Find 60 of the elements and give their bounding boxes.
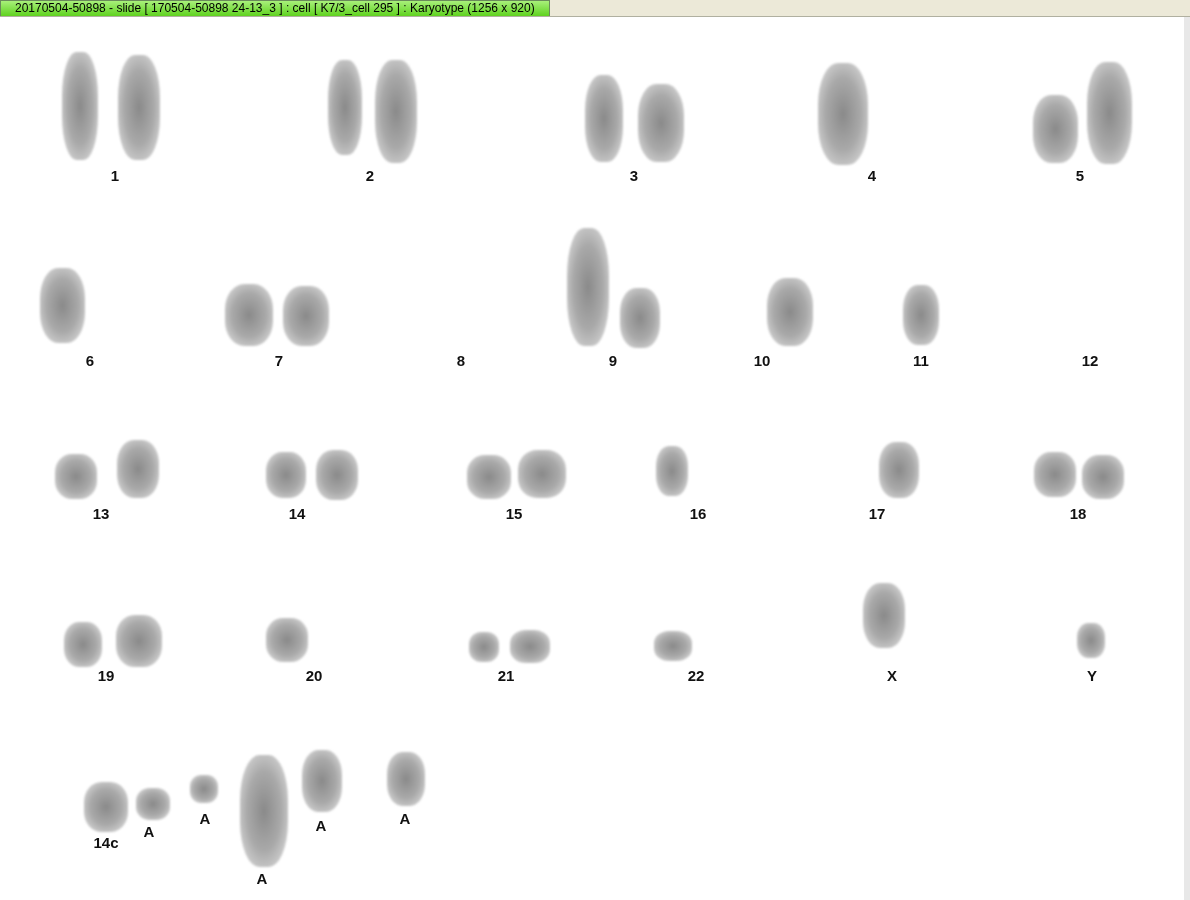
chromosome-label: 17 (868, 505, 886, 522)
chromosome-drawing (863, 583, 905, 648)
chromosome-label: 21 (497, 667, 515, 684)
chromosome-drawing (518, 450, 566, 498)
chromosome-drawing (225, 284, 273, 346)
chromosome-drawing (1033, 95, 1078, 163)
chromosome-drawing (620, 288, 660, 348)
chromosome-drawing (467, 455, 511, 499)
chromosome-label: 7 (274, 352, 284, 369)
chromosome-label: A (256, 870, 268, 887)
chromosome-drawing (656, 446, 688, 496)
chromosome-label: 8 (456, 352, 466, 369)
chromosome-label: 15 (505, 505, 523, 522)
chromosome-drawing (84, 782, 128, 832)
chromosome-label: A (315, 817, 327, 834)
chromosome-label: X (887, 667, 897, 684)
chromosome-drawing (283, 286, 329, 346)
chromosome-label: 14 (288, 505, 306, 522)
chromosome-drawing (316, 450, 358, 500)
chromosome-drawing (302, 750, 342, 812)
chromosome-drawing (1077, 623, 1105, 658)
chromosome-drawing (654, 631, 692, 661)
chromosome-label: 13 (92, 505, 110, 522)
chromosome-drawing (903, 285, 939, 345)
chromosome-label: 11 (913, 352, 929, 369)
chromosome-drawing (1082, 455, 1124, 499)
chromosome-label: 6 (85, 352, 95, 369)
chromosome-label: A (143, 823, 155, 840)
chromosome-label: 16 (689, 505, 707, 522)
chromosome-label: 2 (365, 167, 375, 184)
chromosome-drawing (117, 440, 159, 498)
chromosome-label: 22 (687, 667, 705, 684)
chromosome-label: A (199, 810, 211, 827)
chromosome-drawing (387, 752, 425, 806)
chromosome-label: 12 (1081, 352, 1099, 369)
chromosome-label: 10 (753, 352, 771, 369)
chromosome-label: 4 (867, 167, 877, 184)
chromosome-drawing (767, 278, 813, 346)
chromosome-label: 1 (110, 167, 120, 184)
chromosome-drawing (266, 452, 306, 498)
chromosome-drawing (64, 622, 102, 667)
chromosome-label: 3 (629, 167, 639, 184)
chromosome-label: 18 (1069, 505, 1087, 522)
chromosome-label: Y (1087, 667, 1097, 684)
chromosome-drawing (116, 615, 162, 667)
chromosome-drawing (136, 788, 170, 820)
chromosome-drawing (266, 618, 308, 662)
chromosome-drawing (190, 775, 218, 803)
chromosome-drawing (510, 630, 550, 663)
chromosome-drawing (469, 632, 499, 662)
chromosome-label: 14c (93, 834, 119, 851)
chromosome-drawing (879, 442, 919, 498)
window-title: 20170504-50898 - slide [ 170504-50898 24-13_3 ] : cell [ K7/3_cell 295 ] : Karyotype (1256 x 920) (0, 0, 550, 16)
chromosome-label: 9 (608, 352, 618, 369)
chromosome-drawing (55, 454, 97, 499)
chromosome-label: 5 (1075, 167, 1085, 184)
chromosome-label: A (399, 810, 411, 827)
chromosome-drawing (1034, 452, 1076, 497)
chromosome-label: 19 (97, 667, 115, 684)
chromosome-label: 20 (305, 667, 323, 684)
